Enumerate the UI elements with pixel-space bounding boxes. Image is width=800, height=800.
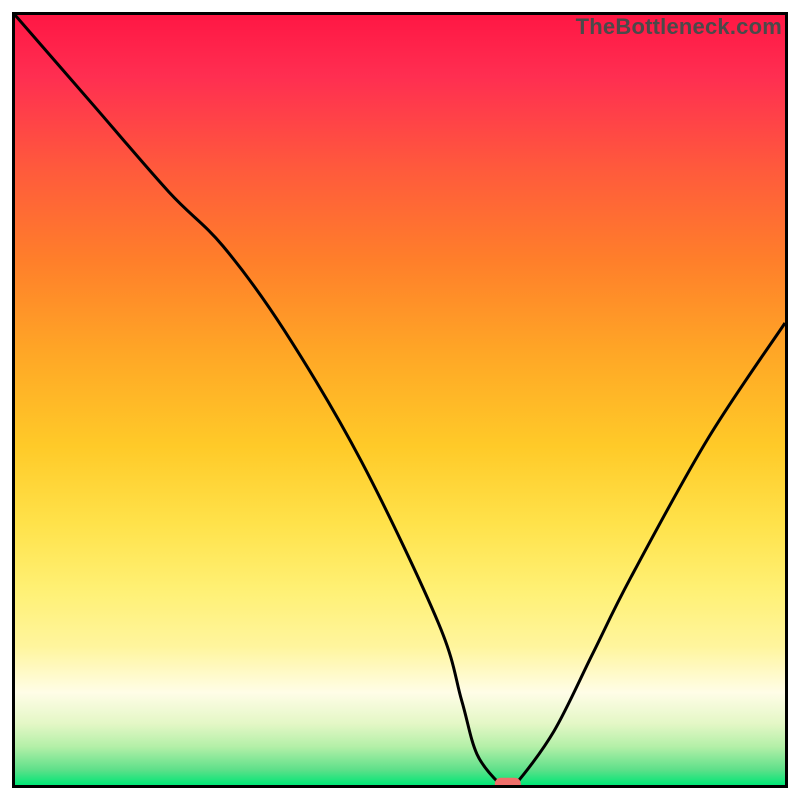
bottleneck-chart: TheBottleneck.com bbox=[0, 0, 800, 800]
attribution-label: TheBottleneck.com bbox=[576, 14, 782, 40]
curve-layer bbox=[15, 15, 785, 785]
optimum-marker bbox=[495, 778, 521, 785]
bottleneck-curve-path bbox=[15, 15, 785, 785]
plot-area bbox=[12, 12, 788, 788]
